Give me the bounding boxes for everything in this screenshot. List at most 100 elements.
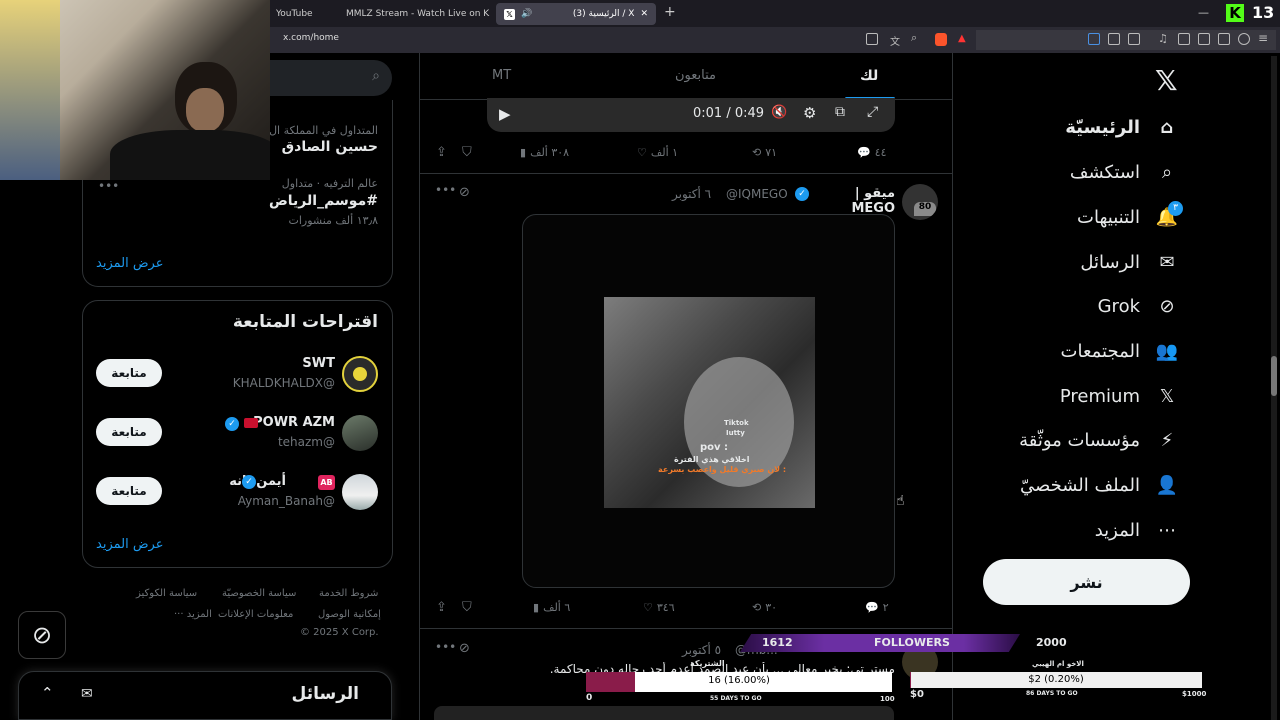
people-icon: 👥: [1155, 340, 1179, 362]
grok-float-button[interactable]: ⊘: [18, 611, 66, 659]
nav-messages[interactable]: ✉ الرسائل: [1080, 249, 1180, 275]
bookmark-icon[interactable]: ⛉: [462, 145, 472, 160]
brave-rewards-icon[interactable]: ▲: [958, 33, 966, 44]
tip-goal-max: $1000: [1182, 690, 1207, 698]
tab-extra[interactable]: MT: [492, 68, 511, 83]
feed-tabs: لك متابعون MT: [420, 53, 952, 100]
settings-icon[interactable]: ⚙: [803, 104, 816, 122]
sub-goal-days: 55 DAYS TO GO: [710, 695, 762, 702]
new-tab-button[interactable]: +: [664, 4, 676, 20]
verified-icon: ✓: [795, 187, 809, 201]
scrollbar-thumb[interactable]: [1271, 356, 1277, 396]
vpn-icon[interactable]: [1238, 33, 1250, 45]
like-action[interactable]: ♡ ٣٤٦: [643, 601, 675, 614]
footer-link[interactable]: سياسة الخصوصيّة: [222, 588, 296, 599]
more-options-icon[interactable]: •••: [435, 640, 456, 654]
more-options-icon[interactable]: •••: [435, 183, 456, 197]
trend-title[interactable]: #موسم_الرياض: [160, 193, 378, 209]
verified-icon: ✓: [225, 417, 239, 431]
share-icon[interactable]: ⇪: [436, 145, 447, 160]
reply-action[interactable]: 💬 ٢: [865, 601, 889, 614]
footer-link[interactable]: شروط الخدمة: [319, 588, 378, 599]
follow-button[interactable]: متابعة: [96, 359, 162, 387]
follow-button[interactable]: متابعة: [96, 477, 162, 505]
person-icon: 👤: [1155, 474, 1179, 496]
footer-link[interactable]: سياسة الكوكيز: [136, 588, 197, 599]
x-logo-icon[interactable]: 𝕏: [1155, 64, 1178, 97]
post-button[interactable]: نشر: [983, 559, 1190, 605]
tab-youtube[interactable]: YouTube: [268, 3, 330, 25]
extension-icon[interactable]: [1088, 33, 1100, 45]
pip-icon[interactable]: ⧉: [835, 104, 845, 120]
avatar[interactable]: [342, 474, 378, 510]
messages-drawer[interactable]: الرسائل ✉ ⌃: [18, 671, 392, 720]
avatar-image: 80: [914, 202, 936, 216]
grok-explain-icon[interactable]: ⊘: [459, 641, 470, 656]
speaker-icon[interactable]: 🔊: [521, 9, 532, 19]
new-message-icon[interactable]: ✉: [81, 686, 93, 702]
reader-icon[interactable]: [866, 33, 878, 45]
repost-action[interactable]: ⟲ ٧١: [752, 146, 777, 159]
scrollbar-track[interactable]: [1271, 56, 1277, 720]
mute-icon[interactable]: 🔇: [771, 105, 787, 120]
reply-action[interactable]: 💬 ٤٤: [857, 146, 887, 159]
like-action[interactable]: ♡ ١ ألف: [637, 146, 678, 159]
music-icon[interactable]: ♫: [1158, 32, 1168, 45]
download-icon[interactable]: [1218, 33, 1230, 45]
nav-grok[interactable]: ⊘ Grok: [1098, 293, 1180, 319]
mouse-cursor: ☝: [896, 493, 905, 509]
nav-profile[interactable]: 👤 الملف الشخصيّ: [1020, 472, 1180, 498]
nav-premium[interactable]: 𝕏 Premium: [1060, 383, 1180, 409]
follow-button[interactable]: متابعة: [96, 418, 162, 446]
nav-communities[interactable]: 👥 المجتمعات: [1061, 338, 1180, 364]
play-icon[interactable]: ▶: [499, 105, 511, 123]
post-media[interactable]: [434, 706, 894, 720]
show-more-link[interactable]: عرض المزيد: [96, 537, 163, 552]
expand-icon[interactable]: ⌃: [41, 684, 54, 702]
more-options-icon[interactable]: •••: [98, 179, 119, 193]
sidebar-icon[interactable]: [1178, 33, 1190, 45]
tab-following[interactable]: متابعون: [675, 68, 716, 83]
close-tab-icon[interactable]: ✕: [640, 9, 648, 19]
avatar[interactable]: 80: [902, 184, 938, 220]
repost-action[interactable]: ⟲ ٣٠: [752, 601, 777, 614]
tab-x-home[interactable]: 𝕏 🔊 (3) الرئيسية / X ✕: [496, 3, 656, 25]
author-name[interactable]: ميقو | MEGO: [810, 186, 895, 216]
nav-label: الرسائل: [1080, 251, 1140, 273]
tab-for-you[interactable]: لك: [860, 68, 878, 84]
views-action[interactable]: ▮ ٣٠٨ ألف: [520, 146, 569, 159]
user-name[interactable]: SWT: [200, 356, 335, 371]
nav-more[interactable]: ⋯ المزيد: [1095, 517, 1180, 543]
user-name[interactable]: POWR AZM: [200, 415, 335, 430]
fullscreen-icon[interactable]: ⤢: [867, 104, 878, 120]
bookmark-icon[interactable]: ⛉: [462, 600, 472, 615]
tab-kick[interactable]: MMLZ Stream - Watch Live on Kick: [332, 3, 490, 25]
url-field[interactable]: x.com/home: [283, 33, 339, 43]
avatar[interactable]: [342, 415, 378, 451]
share-icon[interactable]: ⇪: [436, 600, 447, 615]
nav-home[interactable]: ⌂ الرئيسيّة: [1065, 114, 1180, 140]
minimize-icon[interactable]: —: [1198, 6, 1209, 19]
zoom-icon[interactable]: ⌕: [911, 31, 917, 45]
nav-notifications[interactable]: 🔔 التنبيهات: [1077, 204, 1180, 230]
wallet-icon[interactable]: [1198, 33, 1210, 45]
tab-label: (3) الرئيسية / X: [572, 9, 635, 19]
video-player[interactable]: Tiktok Iutty pov : اخلاقي هذي الفترة لان…: [522, 214, 895, 588]
show-more-link[interactable]: عرض المزيد: [96, 256, 163, 271]
footer-link[interactable]: ··· المزيد: [174, 609, 212, 620]
translate-icon[interactable]: 文: [890, 33, 900, 48]
post-divider: [420, 628, 952, 629]
footer-link[interactable]: إمكانية الوصول: [318, 609, 381, 620]
nav-verified-orgs[interactable]: ⚡ مؤسسات موثّقة: [1019, 427, 1180, 453]
avatar[interactable]: [342, 356, 378, 392]
grok-explain-icon[interactable]: ⊘: [459, 185, 470, 200]
nav-explore[interactable]: ⌕ استكشف: [1070, 159, 1180, 185]
menu-icon[interactable]: ≡: [1258, 31, 1268, 45]
more-circle-icon: ⋯: [1158, 519, 1176, 541]
screenshot-icon[interactable]: [1128, 33, 1140, 45]
nav-label: التنبيهات: [1077, 206, 1140, 228]
views-action[interactable]: ▮ ٦ ألف: [533, 601, 570, 614]
brave-shield-icon[interactable]: [935, 33, 947, 46]
puzzle-icon[interactable]: [1108, 33, 1120, 45]
footer-link[interactable]: معلومات الإعلانات: [218, 609, 293, 620]
